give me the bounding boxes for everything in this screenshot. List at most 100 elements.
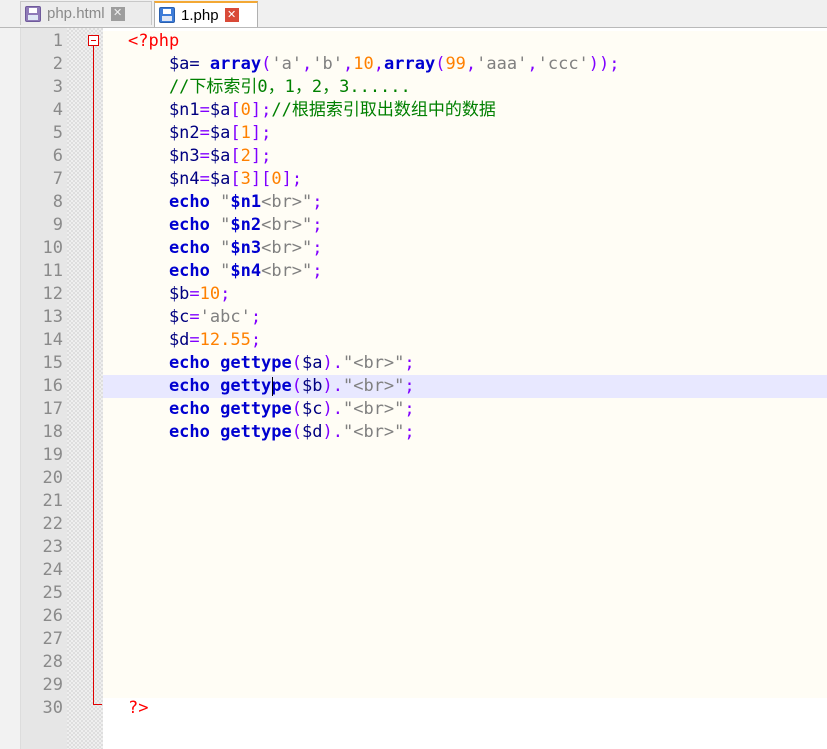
- bookmark-margin[interactable]: [0, 28, 21, 749]
- code-token: echo gettype: [128, 399, 292, 419]
- close-icon[interactable]: ✕: [110, 6, 125, 21]
- code-line[interactable]: $n2=$a[1];: [128, 122, 271, 145]
- code-token: ,: [373, 54, 384, 74]
- line-number: 9: [52, 215, 63, 235]
- line-number: 10: [42, 238, 63, 258]
- code-line[interactable]: echo "$n1<br>";: [128, 191, 323, 214]
- code-token: <br>": [261, 238, 313, 258]
- code-token: ,: [465, 54, 477, 74]
- code-token: (: [261, 54, 272, 74]
- code-token: ;: [404, 422, 415, 442]
- code-line[interactable]: echo "$n4<br>";: [128, 260, 323, 283]
- fold-range-line: [93, 46, 94, 704]
- code-token: ;: [312, 261, 323, 281]
- code-token: [: [230, 123, 241, 143]
- code-line[interactable]: echo "$n2<br>";: [128, 214, 323, 237]
- code-token: ];: [281, 169, 303, 189]
- code-line[interactable]: echo gettype($d)."<br>";: [128, 421, 415, 444]
- line-number: 13: [42, 307, 63, 327]
- line-number: 16: [42, 376, 63, 396]
- code-line[interactable]: $n3=$a[2];: [128, 145, 271, 168]
- code-token: $n2: [128, 123, 200, 143]
- code-token: "<br>": [342, 353, 405, 373]
- close-icon[interactable]: ✕: [224, 8, 239, 22]
- code-line[interactable]: //下标索引0，1，2，3......: [128, 76, 411, 99]
- code-token: 1: [240, 123, 251, 143]
- code-token: ": [220, 192, 231, 212]
- tab-php-html[interactable]: php.html ✕: [20, 1, 152, 25]
- line-number: 19: [42, 445, 63, 465]
- code-token: 10: [353, 54, 374, 74]
- code-line[interactable]: echo gettype($c)."<br>";: [128, 398, 415, 421]
- code-token: ,: [527, 54, 538, 74]
- line-number: 14: [42, 330, 63, 350]
- code-token: 3: [240, 169, 251, 189]
- code-token: $c: [128, 307, 190, 327]
- code-token: (: [291, 376, 303, 396]
- code-line[interactable]: echo gettype($a)."<br>";: [128, 352, 415, 375]
- code-token: ;: [404, 353, 415, 373]
- code-token: 12.55: [199, 330, 251, 350]
- code-token: 0: [271, 169, 282, 189]
- code-token: 2: [240, 146, 251, 166]
- code-token: //下标索引0，1，2，3......: [128, 77, 411, 97]
- tab-label: php.html: [47, 5, 105, 22]
- code-token: echo: [128, 238, 221, 258]
- code-token: <br>": [261, 261, 313, 281]
- code-line[interactable]: <?php: [128, 30, 179, 53]
- code-token: ": [220, 238, 231, 258]
- code-token: "<br>": [342, 376, 405, 396]
- code-token: ;: [250, 307, 262, 327]
- code-editor[interactable]: 1 2 3 4 5 6 7 8 9 10 11 12 13 14 15 16 17 18 19 20 21 22 23 24 2…: [0, 28, 827, 749]
- code-token: <?php: [128, 31, 180, 51]
- code-token: ;: [404, 399, 415, 419]
- tab-1-php[interactable]: 1.php ✕: [154, 1, 258, 27]
- line-number: 3: [52, 77, 63, 97]
- line-number: 30: [42, 698, 63, 718]
- code-line[interactable]: $a= array('a','b',10,array(99,'aaa','ccc…: [128, 53, 620, 76]
- save-disk-icon: [159, 7, 175, 23]
- line-number: 26: [42, 606, 63, 626]
- code-token: $d: [302, 422, 323, 442]
- code-token: =: [199, 169, 210, 189]
- code-token: ": [220, 215, 231, 235]
- code-token: echo gettype: [128, 353, 292, 373]
- code-token: echo gettype: [128, 422, 292, 442]
- code-token: $n3: [128, 146, 200, 166]
- line-number: 8: [52, 192, 63, 212]
- line-number: 6: [52, 146, 63, 166]
- code-token: //根据索引取出数组中的数据: [271, 100, 496, 120]
- code-line[interactable]: echo "$n3<br>";: [128, 237, 323, 260]
- code-token: ));: [588, 54, 620, 74]
- code-token: ;: [312, 238, 323, 258]
- line-number: 20: [42, 468, 63, 488]
- code-token: ).: [322, 376, 343, 396]
- fold-collapse-icon[interactable]: [88, 35, 99, 46]
- code-token: "<br>": [342, 399, 405, 419]
- code-line[interactable]: $n4=$a[3][0];: [128, 168, 302, 191]
- code-token: =: [189, 307, 200, 327]
- tab-bar: php.html ✕ 1.php ✕: [0, 0, 827, 28]
- code-token: 'ccc': [537, 54, 589, 74]
- code-line[interactable]: $b=10;: [128, 283, 230, 306]
- code-token: ,: [302, 54, 313, 74]
- text-caret: [272, 377, 273, 396]
- fold-end-marker: [93, 704, 102, 705]
- line-number: 7: [52, 169, 63, 189]
- line-number: 5: [52, 123, 63, 143]
- line-number: 4: [52, 100, 63, 120]
- code-line[interactable]: $d=12.55;: [128, 329, 261, 352]
- code-token: $a: [209, 123, 231, 143]
- code-token: ).: [322, 422, 343, 442]
- code-token: ?>: [128, 698, 149, 718]
- code-token: 'a': [271, 54, 303, 74]
- fold-margin[interactable]: [67, 28, 103, 749]
- code-line[interactable]: $c='abc';: [128, 306, 261, 329]
- code-token: ).: [322, 399, 343, 419]
- code-line[interactable]: ?>: [128, 697, 148, 720]
- code-token: ).: [322, 353, 343, 373]
- code-token: ;: [250, 330, 262, 350]
- code-line[interactable]: $n1=$a[0];//根据索引取出数组中的数据: [128, 99, 496, 122]
- code-token: echo: [128, 215, 221, 235]
- line-number: 25: [42, 583, 63, 603]
